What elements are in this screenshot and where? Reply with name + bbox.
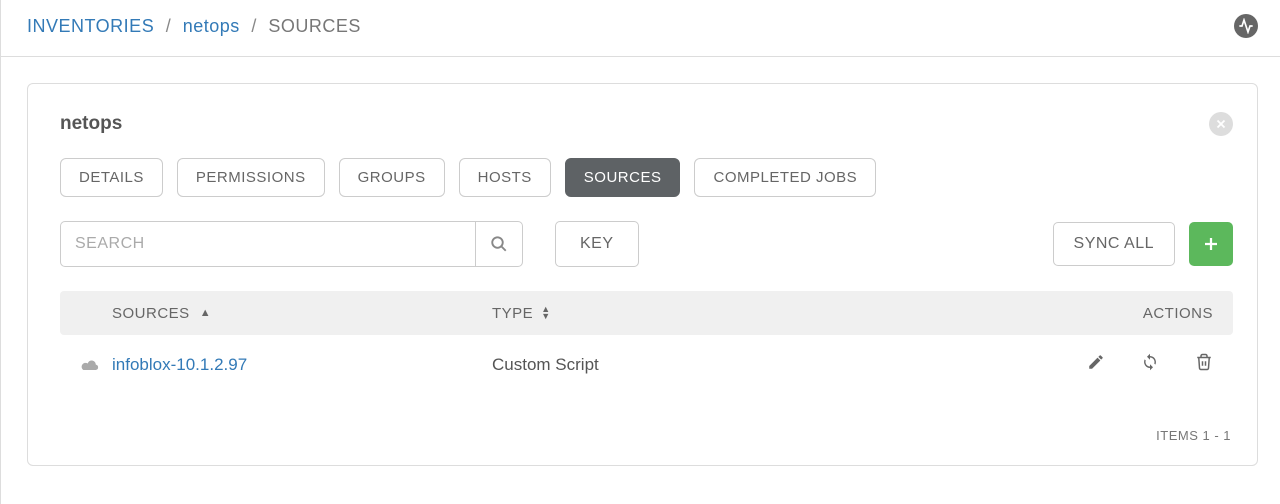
breadcrumb-netops[interactable]: netops bbox=[183, 16, 240, 36]
tab-sources[interactable]: SOURCES bbox=[565, 158, 681, 197]
top-bar: INVENTORIES / netops / SOURCES bbox=[1, 0, 1280, 57]
sync-all-button[interactable]: SYNC ALL bbox=[1053, 222, 1175, 266]
column-header-type[interactable]: TYPE ▲▼ bbox=[492, 305, 1143, 322]
tab-details[interactable]: DETAILS bbox=[60, 158, 163, 197]
search-group bbox=[60, 221, 523, 267]
column-header-actions: ACTIONS bbox=[1143, 305, 1213, 322]
sort-icon: ▲▼ bbox=[541, 306, 550, 320]
sync-button[interactable] bbox=[1141, 353, 1159, 376]
tab-groups[interactable]: GROUPS bbox=[339, 158, 445, 197]
activity-icon[interactable] bbox=[1234, 14, 1258, 38]
row-actions bbox=[1087, 353, 1213, 376]
source-link[interactable]: infoblox-10.1.2.97 bbox=[112, 355, 247, 374]
breadcrumb-inventories[interactable]: INVENTORIES bbox=[27, 16, 154, 36]
search-icon bbox=[490, 235, 508, 253]
plus-icon bbox=[1202, 235, 1220, 253]
breadcrumb: INVENTORIES / netops / SOURCES bbox=[27, 16, 361, 37]
search-button[interactable] bbox=[475, 221, 523, 267]
tab-permissions[interactable]: PERMISSIONS bbox=[177, 158, 325, 197]
source-type: Custom Script bbox=[492, 355, 1087, 375]
tabs: DETAILS PERMISSIONS GROUPS HOSTS SOURCES… bbox=[60, 158, 1233, 197]
breadcrumb-separator: / bbox=[251, 16, 257, 36]
key-button[interactable]: KEY bbox=[555, 221, 639, 267]
page-title: netops bbox=[60, 113, 122, 135]
search-input[interactable] bbox=[60, 221, 475, 267]
edit-button[interactable] bbox=[1087, 353, 1105, 376]
table-header: SOURCES ▲ TYPE ▲▼ ACTIONS bbox=[60, 291, 1233, 335]
delete-button[interactable] bbox=[1195, 353, 1213, 376]
tab-hosts[interactable]: HOSTS bbox=[459, 158, 551, 197]
breadcrumb-separator: / bbox=[166, 16, 172, 36]
column-header-sources[interactable]: SOURCES ▲ bbox=[112, 305, 492, 322]
tab-completed-jobs[interactable]: COMPLETED JOBS bbox=[694, 158, 876, 197]
sort-ascending-icon: ▲ bbox=[200, 307, 211, 319]
close-button[interactable] bbox=[1209, 112, 1233, 136]
table-row: infoblox-10.1.2.97 Custom Script bbox=[60, 335, 1233, 394]
cloud-icon bbox=[80, 358, 112, 372]
card-header: netops bbox=[60, 112, 1233, 136]
sources-card: netops DETAILS PERMISSIONS GROUPS HOSTS … bbox=[27, 83, 1258, 466]
trash-icon bbox=[1195, 353, 1213, 371]
refresh-icon bbox=[1141, 353, 1159, 371]
source-name: infoblox-10.1.2.97 bbox=[112, 355, 492, 375]
pencil-icon bbox=[1087, 353, 1105, 371]
breadcrumb-current: SOURCES bbox=[268, 16, 361, 36]
pagination-label: ITEMS 1 - 1 bbox=[60, 428, 1233, 443]
toolbar: KEY SYNC ALL bbox=[60, 221, 1233, 267]
add-button[interactable] bbox=[1189, 222, 1233, 266]
